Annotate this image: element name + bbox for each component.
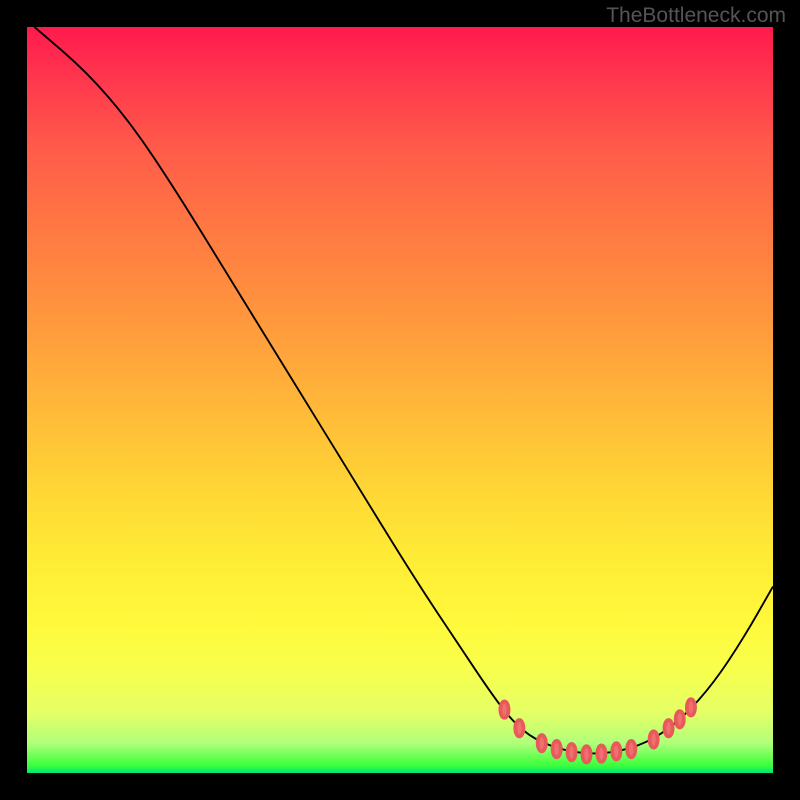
marker-dot [676, 711, 684, 727]
curve-markers [500, 699, 695, 762]
marker-dot [553, 741, 561, 757]
marker-dot [538, 735, 546, 751]
marker-dot [567, 744, 575, 760]
marker-dot [664, 720, 672, 736]
bottleneck-curve [34, 27, 773, 753]
marker-dot [515, 720, 523, 736]
marker-dot [627, 741, 635, 757]
marker-dot [612, 743, 620, 759]
chart-svg [27, 27, 773, 773]
marker-dot [597, 745, 605, 761]
chart-container: TheBottleneck.com [0, 0, 800, 800]
marker-dot [582, 746, 590, 762]
marker-dot [650, 731, 658, 747]
marker-dot [687, 699, 695, 715]
marker-dot [500, 701, 508, 717]
watermark-text: TheBottleneck.com [606, 4, 786, 28]
